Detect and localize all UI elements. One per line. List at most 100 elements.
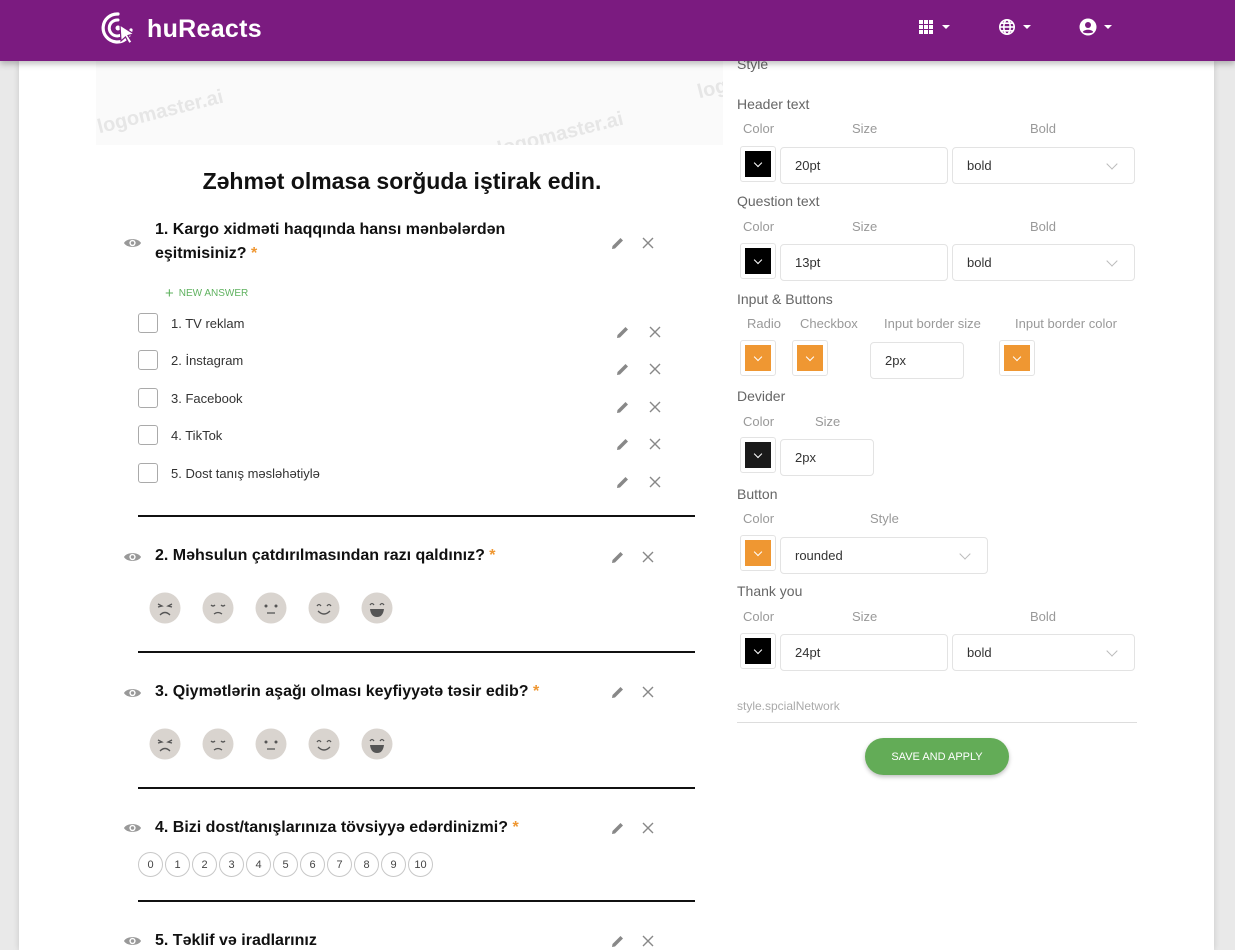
chevron-down-icon — [753, 255, 763, 264]
answer-option: 2. İnstagram — [138, 350, 243, 370]
question-text-section-title: Question text — [737, 193, 820, 209]
nps-option[interactable]: 4 — [246, 852, 271, 877]
edit-pencil-icon[interactable] — [616, 475, 630, 489]
option-checkbox[interactable] — [138, 388, 158, 408]
color-label: Color — [743, 219, 775, 234]
sad-face-icon[interactable] — [202, 728, 234, 760]
edit-pencil-icon[interactable] — [616, 362, 630, 376]
eye-visibility-icon[interactable] — [123, 550, 142, 564]
button-style-select[interactable]: rounded — [780, 537, 988, 574]
close-x-icon[interactable] — [648, 325, 662, 339]
nps-option[interactable]: 9 — [381, 852, 406, 877]
neutral-face-icon[interactable] — [255, 728, 287, 760]
edit-pencil-icon[interactable] — [616, 437, 630, 451]
input-border-color-picker[interactable] — [999, 340, 1035, 376]
size-label: Size — [852, 219, 878, 234]
option-checkbox[interactable] — [138, 350, 158, 370]
edit-pencil-icon[interactable] — [611, 550, 625, 564]
thank-you-bold-select[interactable]: bold — [952, 634, 1135, 671]
chevron-down-icon — [959, 548, 971, 560]
required-asterisk: * — [532, 683, 540, 700]
close-x-icon[interactable] — [641, 934, 655, 948]
nps-option[interactable]: 8 — [354, 852, 379, 877]
close-x-icon[interactable] — [648, 362, 662, 376]
button-color-picker[interactable] — [740, 535, 776, 571]
thank-you-size-input[interactable]: 24pt — [780, 634, 948, 671]
input-border-size-input[interactable]: 2px — [870, 342, 964, 379]
edit-pencil-icon[interactable] — [616, 400, 630, 414]
divider-size-input[interactable]: 2px — [780, 439, 874, 476]
nps-option[interactable]: 1 — [165, 852, 190, 877]
question-color-picker[interactable] — [740, 243, 776, 279]
question-bold-select[interactable]: bold — [952, 244, 1135, 281]
size-label: Size — [852, 609, 878, 624]
edit-pencil-icon[interactable] — [611, 685, 625, 699]
laugh-face-icon[interactable] — [361, 728, 393, 760]
color-label: Color — [743, 609, 775, 624]
question-text: 4. Bizi dost/tanışlarınıza tövsiyyə edər… — [155, 819, 519, 836]
app-logo[interactable]: huReacts — [101, 10, 262, 48]
neutral-face-icon[interactable] — [255, 592, 287, 624]
smile-face-icon[interactable] — [308, 728, 340, 760]
option-label: 3. Facebook — [171, 390, 243, 406]
edit-pencil-icon[interactable] — [611, 236, 625, 250]
header-color-picker[interactable] — [740, 146, 776, 182]
save-and-apply-button[interactable]: SAVE AND APPLY — [865, 738, 1009, 775]
survey-banner-image: logomaster.ai logomaster.ai logomaster.a… — [96, 61, 723, 145]
chevron-down-icon — [1106, 645, 1118, 657]
thank-you-color-picker[interactable] — [740, 633, 776, 669]
edit-pencil-icon[interactable] — [611, 821, 625, 835]
close-x-icon[interactable] — [648, 400, 662, 414]
header-text-section-title: Header text — [737, 96, 810, 112]
angry-face-icon[interactable] — [149, 728, 181, 760]
checkbox-label: Checkbox — [800, 316, 858, 331]
divider-color-picker[interactable] — [740, 437, 776, 473]
caret-down-icon — [1023, 25, 1031, 29]
smile-face-icon[interactable] — [308, 592, 340, 624]
edit-pencil-icon[interactable] — [616, 325, 630, 339]
eye-visibility-icon[interactable] — [123, 686, 142, 700]
close-x-icon[interactable] — [641, 685, 655, 699]
logo-target-cursor-icon — [101, 12, 136, 45]
apps-menu[interactable] — [917, 18, 950, 36]
close-x-icon[interactable] — [648, 437, 662, 451]
input-buttons-section-title: Input & Buttons — [737, 291, 833, 307]
header-bold-select[interactable]: bold — [952, 147, 1135, 184]
account-menu[interactable] — [1079, 18, 1112, 36]
eye-visibility-icon[interactable] — [123, 821, 142, 835]
header-size-input[interactable]: 20pt — [780, 147, 948, 184]
eye-visibility-icon[interactable] — [123, 934, 142, 948]
required-asterisk: * — [251, 245, 258, 262]
sad-face-icon[interactable] — [202, 592, 234, 624]
option-label: 1. TV reklam — [171, 315, 245, 331]
nps-option[interactable]: 6 — [300, 852, 325, 877]
option-checkbox[interactable] — [138, 463, 158, 483]
close-x-icon[interactable] — [641, 550, 655, 564]
account-circle-icon — [1079, 18, 1097, 36]
nps-option[interactable]: 3 — [219, 852, 244, 877]
edit-pencil-icon[interactable] — [611, 934, 625, 948]
close-x-icon[interactable] — [641, 236, 655, 250]
option-checkbox[interactable] — [138, 313, 158, 333]
nps-option[interactable]: 2 — [192, 852, 217, 877]
checkbox-color-picker[interactable] — [792, 340, 828, 376]
answer-option: 1. TV reklam — [138, 313, 244, 333]
nps-option[interactable]: 7 — [327, 852, 352, 877]
question-size-input[interactable]: 13pt — [780, 244, 948, 281]
watermark-text: logomaster.ai — [96, 85, 226, 139]
eye-visibility-icon[interactable] — [123, 236, 142, 250]
nps-option[interactable]: 0 — [138, 852, 163, 877]
question-divider — [138, 651, 695, 653]
close-x-icon[interactable] — [648, 475, 662, 489]
language-menu[interactable] — [998, 18, 1031, 36]
laugh-face-icon[interactable] — [361, 592, 393, 624]
radio-color-picker[interactable] — [740, 340, 776, 376]
close-x-icon[interactable] — [641, 821, 655, 835]
option-checkbox[interactable] — [138, 425, 158, 445]
caret-down-icon — [942, 25, 950, 29]
nps-option[interactable]: 5 — [273, 852, 298, 877]
angry-face-icon[interactable] — [149, 592, 181, 624]
nps-option[interactable]: 10 — [408, 852, 433, 877]
new-answer-button[interactable]: + NEW ANSWER — [165, 286, 248, 301]
special-network-input[interactable]: style.spcialNetwork — [737, 699, 1137, 723]
